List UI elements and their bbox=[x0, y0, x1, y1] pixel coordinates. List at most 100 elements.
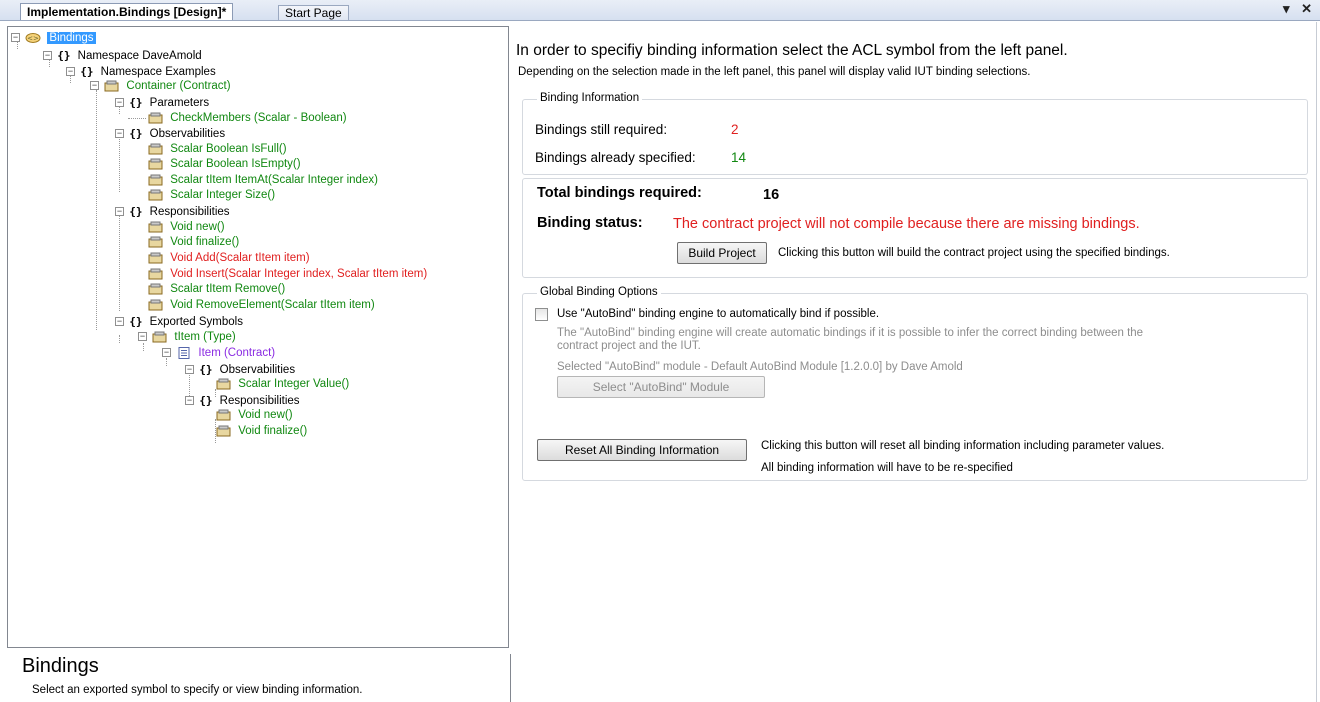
tree-node-member[interactable]: Scalar Boolean IsEmpty() bbox=[148, 157, 301, 172]
tree-node-member[interactable]: Void finalize() bbox=[148, 235, 239, 250]
description-title: Bindings bbox=[22, 655, 99, 677]
collapse-toggle[interactable]: − bbox=[115, 98, 124, 108]
tree-node-member[interactable]: Scalar Integer Size() bbox=[148, 188, 275, 203]
still-required-label: Bindings still required: bbox=[535, 122, 668, 137]
tree-node-member-unbound[interactable]: Void Insert(Scalar Integer index, Scalar… bbox=[148, 267, 427, 282]
tree-node-label: Scalar Integer Size() bbox=[170, 189, 276, 201]
close-icon[interactable]: ✕ bbox=[1301, 1, 1312, 16]
select-autobind-module-button[interactable]: Select "AutoBind" Module bbox=[557, 376, 765, 398]
tree-node-label: Void Insert(Scalar Integer index, Scalar… bbox=[170, 268, 428, 280]
namespace-icon: {} bbox=[129, 96, 143, 109]
collapse-toggle[interactable]: − bbox=[162, 348, 171, 358]
tree-node-namespace[interactable]: − {} Namespace Examples bbox=[66, 64, 216, 79]
tree-root-bindings[interactable]: − <> Bindings bbox=[11, 31, 96, 46]
instruction-header: In order to specifiy binding information… bbox=[516, 42, 1068, 59]
collapse-toggle[interactable]: − bbox=[185, 396, 194, 406]
tree-node-label: Item (Contract) bbox=[198, 347, 276, 359]
tree-node-member[interactable]: CheckMembers (Scalar - Boolean) bbox=[148, 111, 347, 126]
collapse-toggle[interactable]: − bbox=[66, 67, 75, 77]
collapse-toggle[interactable]: − bbox=[90, 81, 99, 91]
member-icon bbox=[216, 409, 231, 421]
reset-note-line1: Clicking this button will reset all bind… bbox=[761, 440, 1165, 452]
tab-label: Start Page bbox=[285, 6, 342, 20]
tree-node-label: Void new() bbox=[170, 221, 225, 233]
tab-implementation-bindings[interactable]: Implementation.Bindings [Design]* bbox=[20, 3, 234, 20]
member-icon bbox=[148, 283, 163, 295]
tree-node-label: Parameters bbox=[149, 97, 210, 109]
right-border bbox=[1316, 22, 1317, 702]
binding-totals-group: Total bindings required: 16 Binding stat… bbox=[522, 178, 1308, 278]
tree-node-label: Scalar Integer Value() bbox=[238, 378, 350, 390]
tab-start-page[interactable]: Start Page bbox=[278, 5, 349, 20]
tree-node-contract[interactable]: − Container (Contract) bbox=[90, 79, 231, 94]
tree-node-member[interactable]: Scalar tItem ItemAt(Scalar Integer index… bbox=[148, 173, 378, 188]
tree-node-contract[interactable]: − Item (Contract) bbox=[162, 346, 275, 361]
tree-node-label: Void Add(Scalar tItem item) bbox=[170, 252, 310, 264]
tree-node-group[interactable]: − {} Observabilities bbox=[185, 362, 295, 377]
autobind-description-line2: contract project and the IUT. bbox=[557, 340, 701, 352]
tree-node-member[interactable]: Void new() bbox=[216, 408, 293, 423]
autobind-checkbox-label[interactable]: Use "AutoBind" binding engine to automat… bbox=[557, 308, 879, 320]
tree-node-group[interactable]: − {} Responsibilities bbox=[115, 204, 230, 219]
tree-node-member[interactable]: Scalar tItem Remove() bbox=[148, 282, 285, 297]
collapse-toggle[interactable]: − bbox=[185, 365, 194, 375]
tree-connector bbox=[119, 335, 120, 343]
tree-node-member[interactable]: Scalar Integer Value() bbox=[216, 377, 349, 392]
tree-node-label: Responsibilities bbox=[149, 206, 230, 218]
tree-node-label: Namespace Examples bbox=[100, 66, 216, 78]
tree-node-member[interactable]: Void finalize() bbox=[216, 424, 307, 439]
reset-note-line2: All binding information will have to be … bbox=[761, 462, 1013, 474]
collapse-toggle[interactable]: − bbox=[115, 207, 124, 217]
collapse-toggle[interactable]: − bbox=[138, 332, 147, 342]
member-icon bbox=[148, 174, 163, 186]
total-required-value: 16 bbox=[763, 187, 780, 203]
group-label: Binding Information bbox=[537, 92, 643, 104]
panel-divider bbox=[510, 654, 511, 702]
tree-node-group[interactable]: − {} Observabilities bbox=[115, 126, 225, 141]
build-project-button[interactable]: Build Project bbox=[677, 242, 767, 264]
member-icon bbox=[148, 268, 163, 280]
collapse-toggle[interactable]: − bbox=[11, 33, 20, 43]
document-icon bbox=[178, 346, 190, 359]
namespace-icon: {} bbox=[199, 394, 213, 407]
namespace-icon: {} bbox=[129, 315, 143, 328]
tree-node-label: Namespace DaveAmold bbox=[77, 50, 202, 62]
tree-node-label: Scalar Boolean IsEmpty() bbox=[170, 158, 301, 170]
reset-all-binding-button[interactable]: Reset All Binding Information bbox=[537, 439, 747, 461]
svg-text:<>: <> bbox=[27, 34, 39, 42]
member-icon bbox=[148, 221, 163, 233]
bindings-icon: <> bbox=[25, 32, 41, 43]
autobind-module-text: Selected "AutoBind" module - Default Aut… bbox=[557, 361, 963, 373]
binding-status-value: The contract project will not compile be… bbox=[673, 216, 1140, 232]
member-icon bbox=[148, 189, 163, 201]
tree-node-label: Responsibilities bbox=[219, 395, 300, 407]
collapse-toggle[interactable]: − bbox=[115, 317, 124, 327]
group-label: Global Binding Options bbox=[537, 286, 661, 298]
tree-node-member[interactable]: Scalar Boolean IsFull() bbox=[148, 142, 287, 157]
tab-controls: ▾ ✕ bbox=[1275, 1, 1312, 17]
tree-node-group[interactable]: − {} Responsibilities bbox=[185, 393, 300, 408]
tree-node-type[interactable]: − tItem (Type) bbox=[138, 330, 236, 345]
type-icon bbox=[152, 331, 167, 343]
already-specified-label: Bindings already specified: bbox=[535, 150, 696, 165]
tree-node-member[interactable]: Void new() bbox=[148, 220, 225, 235]
tree-node-label: Void finalize() bbox=[238, 425, 308, 437]
bindings-tree-panel[interactable]: − <> Bindings − {} Namespace DaveAmold −… bbox=[7, 26, 509, 648]
collapse-toggle[interactable]: − bbox=[115, 129, 124, 139]
tree-node-label: Scalar tItem Remove() bbox=[170, 283, 286, 295]
tree-node-namespace[interactable]: − {} Namespace DaveAmold bbox=[43, 48, 202, 63]
autobind-checkbox[interactable] bbox=[535, 308, 548, 321]
tree-node-group[interactable]: − {} Parameters bbox=[115, 95, 209, 110]
tree-node-group[interactable]: − {} Exported Symbols bbox=[115, 314, 243, 329]
member-icon bbox=[148, 299, 163, 311]
namespace-icon: {} bbox=[129, 127, 143, 140]
member-icon bbox=[148, 158, 163, 170]
tree-node-member[interactable]: Void RemoveElement(Scalar tItem item) bbox=[148, 298, 375, 313]
collapse-toggle[interactable]: − bbox=[43, 51, 52, 61]
dropdown-arrow-icon[interactable]: ▾ bbox=[1283, 1, 1290, 16]
tree-node-member-unbound[interactable]: Void Add(Scalar tItem item) bbox=[148, 251, 310, 266]
member-icon bbox=[216, 378, 231, 390]
tree-node-label: Void RemoveElement(Scalar tItem item) bbox=[170, 299, 375, 311]
namespace-icon: {} bbox=[129, 205, 143, 218]
tree-node-label: CheckMembers (Scalar - Boolean) bbox=[170, 112, 347, 124]
